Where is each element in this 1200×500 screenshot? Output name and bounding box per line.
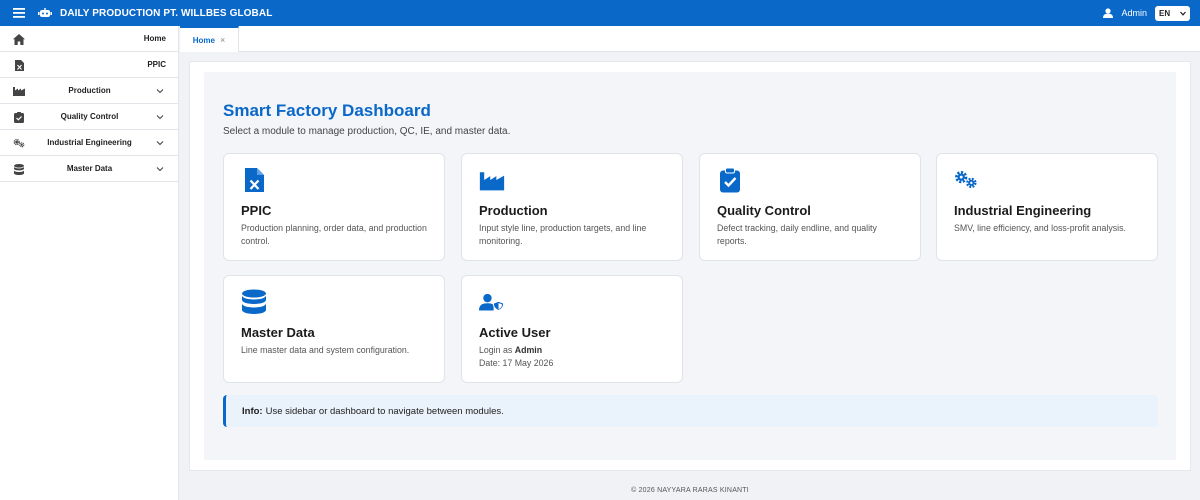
chevron-down-icon [156, 141, 164, 146]
sidebar-item-quality-control[interactable]: Quality Control [0, 104, 178, 130]
language-value: EN [1159, 8, 1171, 18]
card-title: PPIC [241, 203, 272, 218]
card-quality-control[interactable]: Quality Control Defect tracking, daily e… [699, 153, 921, 261]
clipboard-check-icon [720, 167, 740, 193]
card-title: Master Data [241, 325, 315, 340]
chevron-down-icon [156, 115, 164, 120]
login-user: Admin [514, 345, 543, 355]
login-prefix: Login as [479, 345, 513, 355]
card-title: Active User [479, 325, 551, 340]
sidebar-item-label: Production [68, 86, 111, 95]
card-description: Login as Admin Date: 17 May 2026 [479, 344, 669, 370]
chevron-down-icon [156, 167, 164, 172]
footer: © 2026 NAYYARA RARAS KINANTI [180, 481, 1200, 500]
tab-label: Home [192, 35, 215, 45]
gears-icon [955, 170, 977, 189]
chevron-down-icon [156, 89, 164, 94]
sidebar-item-label: Quality Control [60, 112, 119, 121]
tab-bar: Home × [180, 26, 1200, 52]
card-title: Industrial Engineering [954, 203, 1092, 218]
app-title: DAILY PRODUCTION PT. WILLBES GLOBAL [60, 7, 273, 19]
card-description: Input style line, production targets, an… [479, 223, 647, 246]
card-description: Production planning, order data, and pro… [241, 223, 427, 246]
close-icon[interactable]: × [220, 35, 225, 45]
page-subtitle: Select a module to manage production, QC… [223, 126, 511, 137]
sidebar-item-ppic[interactable]: PPIC [0, 52, 178, 78]
card-ppic[interactable]: PPIC Production planning, order data, an… [223, 153, 445, 261]
card-title: Production [479, 203, 548, 218]
sidebar-item-label: Industrial Engineering [47, 138, 132, 147]
sidebar: Home PPIC Production Quality Control Ind… [0, 26, 179, 500]
file-excel-icon [13, 59, 25, 71]
card-description: SMV, line efficiency, and loss-profit an… [954, 223, 1126, 233]
page-title: Smart Factory Dashboard [223, 101, 431, 120]
chevron-down-icon [1180, 11, 1186, 16]
user-icon [1103, 8, 1117, 18]
hamburger-menu-icon[interactable] [0, 0, 38, 26]
card-industrial-engineering[interactable]: Industrial Engineering SMV, line efficie… [936, 153, 1158, 261]
card-production[interactable]: Production Input style line, production … [461, 153, 683, 261]
current-date: Date: 17 May 2026 [479, 358, 554, 368]
tab-home[interactable]: Home × [180, 26, 239, 52]
info-alert: Info: Use sidebar or dashboard to naviga… [223, 395, 1158, 427]
footer-text: © 2026 NAYYARA RARAS KINANTI [631, 487, 749, 494]
info-text: Use sidebar or dashboard to navigate bet… [265, 405, 504, 417]
sidebar-item-label: Master Data [66, 164, 113, 173]
sidebar-item-home[interactable]: Home [0, 26, 178, 52]
user-shield-icon [479, 293, 505, 311]
sidebar-item-label: PPIC [147, 60, 166, 69]
user-name[interactable]: Admin [1121, 8, 1147, 18]
card-active-user[interactable]: Active User Login as Admin Date: 17 May … [461, 275, 683, 383]
sidebar-item-master-data[interactable]: Master Data [0, 156, 178, 182]
top-navbar: DAILY PRODUCTION PT. WILLBES GLOBAL Admi… [0, 0, 1200, 26]
sidebar-item-label: Home [143, 34, 166, 43]
factory-icon [479, 172, 505, 191]
card-description: Line master data and system configuratio… [241, 345, 410, 355]
sidebar-item-industrial-engineering[interactable]: Industrial Engineering [0, 130, 178, 156]
home-icon [13, 33, 25, 45]
card-description: Defect tracking, daily endline, and qual… [717, 223, 877, 246]
language-select[interactable]: EN [1155, 5, 1190, 21]
card-title: Quality Control [717, 203, 811, 218]
info-label: Info: [242, 405, 263, 417]
content-panel: Smart Factory Dashboard Select a module … [189, 61, 1191, 471]
file-excel-icon [245, 168, 264, 192]
card-master-data[interactable]: Master Data Line master data and system … [223, 275, 445, 383]
database-icon [242, 289, 266, 314]
robot-logo-icon [38, 0, 54, 26]
dashboard: Smart Factory Dashboard Select a module … [204, 72, 1176, 460]
sidebar-item-production[interactable]: Production [0, 78, 178, 104]
